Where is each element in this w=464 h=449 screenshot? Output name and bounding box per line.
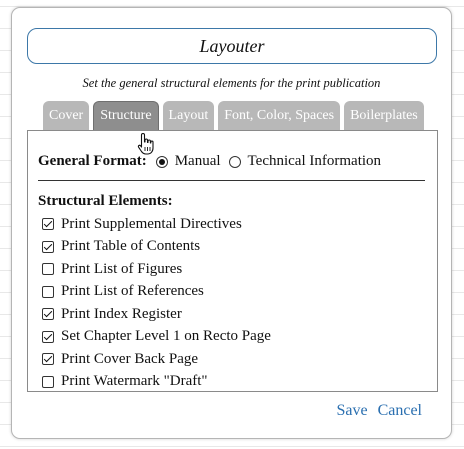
structural-item-label[interactable]: Print Cover Back Page (61, 351, 198, 368)
list-of-figures-checkbox[interactable] (42, 263, 54, 276)
hand-pointer-icon (137, 132, 154, 155)
layouter-dialog: Layouter Set the general structural elem… (11, 7, 452, 439)
dialog-subtitle: Set the general structural elements for … (82, 76, 381, 90)
manual-radio[interactable] (155, 155, 168, 168)
dialog-actions: Save Cancel (336, 402, 422, 420)
tab-cover[interactable]: Cover (43, 101, 90, 130)
manual-radio-label[interactable]: Manual (175, 153, 221, 170)
structural-item-label[interactable]: Print List of Figures (61, 261, 182, 278)
structural-item-label[interactable]: Set Chapter Level 1 on Recto Page (61, 328, 271, 345)
watermark-draft-checkbox[interactable] (42, 375, 54, 388)
structural-item-label[interactable]: Print Index Register (61, 306, 182, 323)
structural-item[interactable]: Print Index Register (42, 303, 271, 326)
table-of-contents-checkbox[interactable] (42, 240, 54, 253)
tab-bar: Cover Structure Layout Font, Color, Spac… (43, 101, 424, 130)
supplemental-directives-checkbox[interactable] (42, 218, 54, 231)
tab-boilerplates[interactable]: Boilerplates (344, 101, 424, 130)
structural-item-label[interactable]: Print Watermark "Draft" (61, 373, 208, 390)
structural-item[interactable]: Print Table of Contents (42, 236, 271, 259)
list-of-references-checkbox[interactable] (42, 285, 54, 298)
cover-back-page-checkbox[interactable] (42, 353, 54, 366)
structural-elements-heading: Structural Elements: (38, 193, 173, 209)
structural-item[interactable]: Print Supplemental Directives (42, 213, 271, 236)
structural-item[interactable]: Print Cover Back Page (42, 348, 271, 371)
structure-panel: General Format: Manual Technical Informa… (27, 130, 438, 392)
general-format-row: General Format: Manual Technical Informa… (38, 153, 389, 170)
technical-information-radio[interactable] (228, 155, 241, 168)
structural-item[interactable]: Print List of Figures (42, 258, 271, 281)
technical-information-radio-label[interactable]: Technical Information (248, 153, 381, 170)
structural-elements-list: Print Supplemental Directives Print Tabl… (42, 213, 271, 393)
structural-item[interactable]: Print List of References (42, 281, 271, 304)
tab-layout[interactable]: Layout (162, 101, 215, 130)
structural-item[interactable]: Set Chapter Level 1 on Recto Page (42, 326, 271, 349)
chapter-recto-checkbox[interactable] (42, 330, 54, 343)
structural-item-label[interactable]: Print List of References (61, 283, 204, 300)
structural-item-label[interactable]: Print Table of Contents (61, 238, 200, 255)
general-format-label: General Format: (38, 153, 147, 169)
cancel-button[interactable]: Cancel (378, 402, 422, 420)
index-register-checkbox[interactable] (42, 308, 54, 321)
section-divider (38, 180, 425, 181)
save-button[interactable]: Save (336, 402, 367, 420)
tab-structure[interactable]: Structure (93, 101, 159, 130)
structural-item[interactable]: Print Watermark "Draft" (42, 371, 271, 394)
dialog-title: Layouter (27, 28, 437, 64)
structural-item-label[interactable]: Print Supplemental Directives (61, 216, 242, 233)
tab-font-color-spaces[interactable]: Font, Color, Spaces (218, 101, 341, 130)
